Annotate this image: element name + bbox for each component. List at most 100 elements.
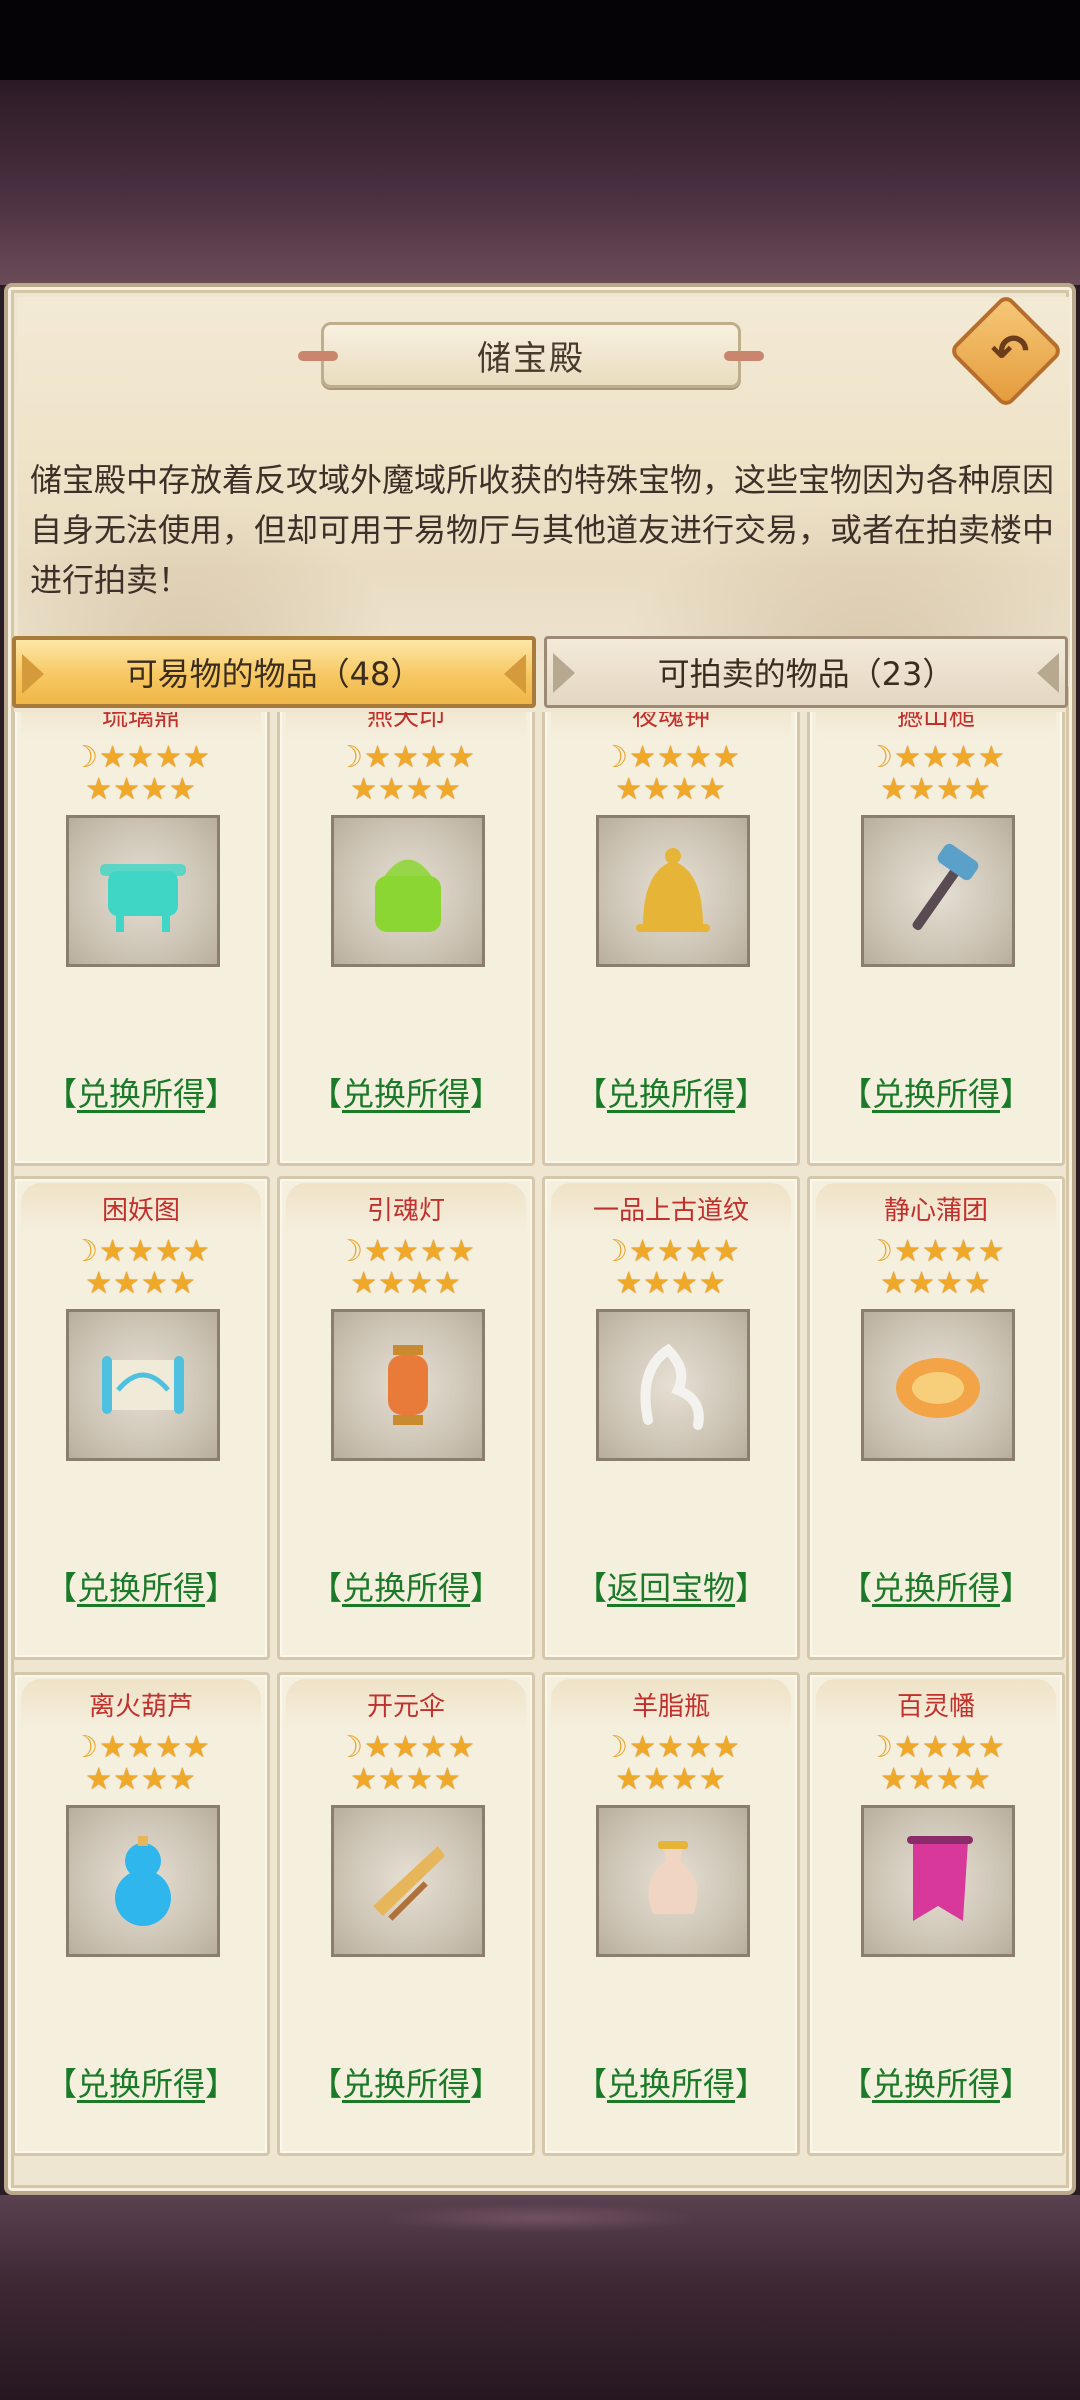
star-rating-row-1: ☽★★★★ (280, 743, 532, 773)
item-card[interactable]: 羊脂瓶 ☽★★★★ ★★★★ 【兑换所得】 (542, 1672, 800, 2156)
star-rating-row-1: ☽★★★★ (810, 1733, 1062, 1763)
item-card[interactable]: 夜魂钟 ☽★★★★ ★★★★ 【兑换所得】 (542, 712, 800, 1166)
bracket-right: 】 (1000, 2065, 1033, 2103)
star-icons: ★★★★ (880, 1762, 992, 1797)
star-icons: ★★★★ (99, 740, 211, 775)
tab-label: 可拍卖的物品（23） (657, 655, 955, 693)
item-action-link[interactable]: 返回宝物 (607, 1569, 735, 1607)
item-action-link[interactable]: 兑换所得 (872, 1569, 1000, 1607)
item-action-link[interactable]: 兑换所得 (872, 1075, 1000, 1113)
item-icon-frame[interactable] (331, 1309, 485, 1461)
star-icons: ★★★★ (364, 1234, 476, 1269)
star-icons: ★★★★ (880, 772, 992, 807)
item-grid[interactable]: 琉璃鼎 ☽★★★★ ★★★★ 【兑换所得】 燕天印 ☽★★★★ ★★★★ 【兑换所得】 夜魂钟 ☽… (12, 712, 1068, 2158)
item-card[interactable]: 开元伞 ☽★★★★ ★★★★ 【兑换所得】 (277, 1672, 535, 2156)
star-icons: ★★★★ (350, 1266, 462, 1301)
item-name-plate: 羊脂瓶 (551, 1679, 791, 1729)
star-rating-row-2: ★★★★ (15, 1765, 267, 1795)
item-name-plate: 撼山槌 (816, 712, 1056, 739)
star-rating-row-1: ☽★★★★ (280, 1733, 532, 1763)
star-icons: ★★★★ (85, 1762, 197, 1797)
tab-tradable-items[interactable]: 可易物的物品（48） (12, 636, 536, 708)
bracket-left: 【 (574, 2065, 607, 2103)
star-rating-row-2: ★★★★ (545, 1765, 797, 1795)
item-action-link[interactable]: 兑换所得 (872, 2065, 1000, 2103)
item-icon-frame[interactable] (861, 1805, 1015, 1957)
item-card[interactable]: 琉璃鼎 ☽★★★★ ★★★★ 【兑换所得】 (12, 712, 270, 1166)
item-name: 夜魂钟 (631, 712, 710, 732)
item-action[interactable]: 【兑换所得】 (280, 2059, 532, 2105)
item-action[interactable]: 【兑换所得】 (15, 2059, 267, 2105)
star-rating-row-2: ★★★★ (280, 775, 532, 805)
star-icons: ★★★★ (629, 1234, 741, 1269)
item-card[interactable]: 离火葫芦 ☽★★★★ ★★★★ 【兑换所得】 (12, 1672, 270, 2156)
star-rating-row-1: ☽★★★★ (15, 743, 267, 773)
item-icon-frame[interactable] (861, 1309, 1015, 1461)
item-card[interactable]: 困妖图 ☽★★★★ ★★★★ 【兑换所得】 (12, 1176, 270, 1660)
item-action-link[interactable]: 兑换所得 (342, 1075, 470, 1113)
item-action[interactable]: 【兑换所得】 (810, 1069, 1062, 1115)
item-name-plate: 燕天印 (286, 712, 526, 739)
star-icons: ★★★★ (350, 772, 462, 807)
item-icon-frame[interactable] (331, 815, 485, 967)
star-icons: ★★★★ (350, 1762, 462, 1797)
star-icons: ★★★★ (615, 1266, 727, 1301)
item-name: 百灵幡 (896, 1691, 975, 1722)
item-icon-frame[interactable] (66, 815, 220, 967)
item-name: 困妖图 (101, 1195, 180, 1226)
item-action[interactable]: 【返回宝物】 (545, 1563, 797, 1609)
bottom-ornament (380, 2203, 700, 2233)
item-action[interactable]: 【兑换所得】 (280, 1563, 532, 1609)
item-card[interactable]: 撼山槌 ☽★★★★ ★★★★ 【兑换所得】 (807, 712, 1065, 1166)
item-action-link[interactable]: 兑换所得 (607, 2065, 735, 2103)
item-action[interactable]: 【兑换所得】 (810, 2059, 1062, 2105)
item-action-link[interactable]: 兑换所得 (607, 1075, 735, 1113)
back-arrow-icon[interactable]: ↶ (975, 316, 1045, 386)
item-icon-frame[interactable] (861, 815, 1015, 967)
star-icons: ★★★★ (99, 1234, 211, 1269)
item-icon-frame[interactable] (331, 1805, 485, 1957)
item-action[interactable]: 【兑换所得】 (545, 2059, 797, 2105)
tab-auctionable-items[interactable]: 可拍卖的物品（23） (544, 636, 1068, 708)
item-card[interactable]: 百灵幡 ☽★★★★ ★★★★ 【兑换所得】 (807, 1672, 1065, 2156)
moon-icon: ☽ (601, 740, 630, 775)
star-icons: ★★★★ (364, 740, 476, 775)
item-action[interactable]: 【兑换所得】 (545, 1069, 797, 1115)
bracket-left: 【 (309, 1075, 342, 1113)
item-card[interactable]: 引魂灯 ☽★★★★ ★★★★ 【兑换所得】 (277, 1176, 535, 1660)
star-rating-row-1: ☽★★★★ (810, 1237, 1062, 1267)
moon-icon: ☽ (71, 1234, 100, 1269)
bracket-right: 】 (1000, 1075, 1033, 1113)
item-name: 离火葫芦 (88, 1691, 193, 1722)
star-rating-row-1: ☽★★★★ (545, 1733, 797, 1763)
bracket-right: 】 (735, 1569, 768, 1607)
item-action[interactable]: 【兑换所得】 (15, 1069, 267, 1115)
item-action[interactable]: 【兑换所得】 (15, 1563, 267, 1609)
item-action-link[interactable]: 兑换所得 (77, 1569, 205, 1607)
bracket-left: 【 (574, 1075, 607, 1113)
item-name-plate: 离火葫芦 (21, 1679, 261, 1729)
item-card[interactable]: 燕天印 ☽★★★★ ★★★★ 【兑换所得】 (277, 712, 535, 1166)
item-icon-frame[interactable] (596, 1805, 750, 1957)
item-card[interactable]: 静心蒲团 ☽★★★★ ★★★★ 【兑换所得】 (807, 1176, 1065, 1660)
item-icon-frame[interactable] (66, 1309, 220, 1461)
item-action-link[interactable]: 兑换所得 (77, 1075, 205, 1113)
star-icons: ★★★★ (615, 1762, 727, 1797)
bracket-right: 】 (735, 1075, 768, 1113)
item-icon-frame[interactable] (66, 1805, 220, 1957)
item-icon-frame[interactable] (596, 1309, 750, 1461)
banner-icon (907, 1836, 973, 1921)
item-action[interactable]: 【兑换所得】 (280, 1069, 532, 1115)
item-action[interactable]: 【兑换所得】 (810, 1563, 1062, 1609)
item-card[interactable]: 一品上古道纹 ☽★★★★ ★★★★ 【返回宝物】 (542, 1176, 800, 1660)
item-action-link[interactable]: 兑换所得 (342, 1569, 470, 1607)
star-rating-row-2: ★★★★ (810, 775, 1062, 805)
item-action-link[interactable]: 兑换所得 (77, 2065, 205, 2103)
star-icons: ★★★★ (880, 1266, 992, 1301)
moon-icon: ☽ (71, 1730, 100, 1765)
bracket-left: 【 (839, 1075, 872, 1113)
item-icon-frame[interactable] (596, 815, 750, 967)
star-rating-row-1: ☽★★★★ (545, 743, 797, 773)
cushion-icon (896, 1358, 980, 1418)
item-action-link[interactable]: 兑换所得 (342, 2065, 470, 2103)
